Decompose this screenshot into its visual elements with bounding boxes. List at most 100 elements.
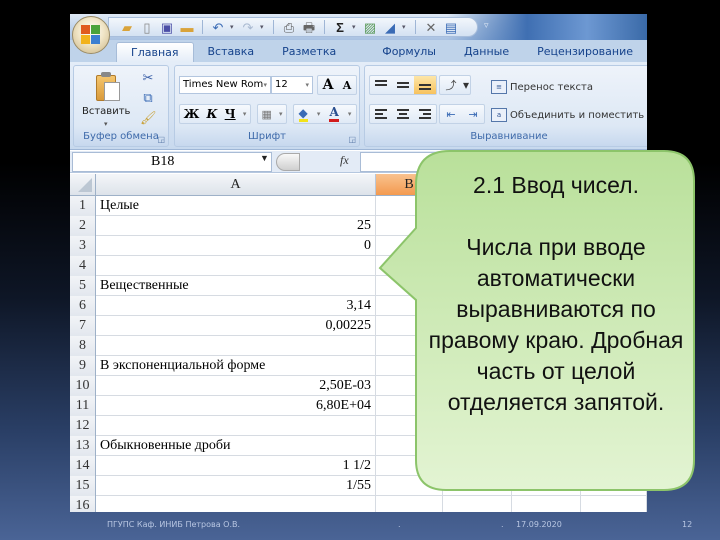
close-icon[interactable]: ✕ [423, 19, 439, 35]
increase-indent-icon[interactable]: ⇥ [462, 105, 484, 123]
autosum-icon[interactable]: Σ [332, 19, 348, 35]
cell-c12[interactable] [443, 416, 512, 436]
row-header[interactable]: 6 [70, 296, 96, 316]
open-folder-icon[interactable]: ▰ [119, 19, 135, 35]
underline-button[interactable]: Ч [225, 107, 236, 121]
cell-d15[interactable] [512, 476, 581, 496]
cell-a9[interactable]: В экспоненциальной форме [96, 356, 376, 376]
align-top-icon[interactable] [370, 76, 392, 94]
cell-b14[interactable] [376, 456, 443, 476]
row-header[interactable]: 2 [70, 216, 96, 236]
cell-a16[interactable] [96, 496, 376, 512]
row-header[interactable]: 8 [70, 336, 96, 356]
cell-a1[interactable]: Целые [96, 196, 376, 216]
row-header[interactable]: 14 [70, 456, 96, 476]
cell-b13[interactable] [376, 436, 443, 456]
undo-icon[interactable]: ↶ [210, 19, 226, 35]
tab-home[interactable]: Главная [116, 42, 194, 62]
font-name-combo[interactable]: Times New Rom ▾ [179, 76, 271, 94]
autosum-dropdown[interactable]: ▾ [352, 23, 358, 31]
paste-icon[interactable] [96, 72, 122, 102]
grow-font-button[interactable]: A [323, 77, 334, 93]
cell-c14[interactable] [443, 456, 512, 476]
row-header[interactable]: 10 [70, 376, 96, 396]
cell-e16[interactable] [581, 496, 647, 512]
cell-a7[interactable]: 0,00225 [96, 316, 376, 336]
cell-a3[interactable]: 0 [96, 236, 376, 256]
orientation-button[interactable]: ⤴ ▾ [439, 75, 471, 95]
cell-a15[interactable]: 1/55 [96, 476, 376, 496]
save-icon[interactable]: ▣ [159, 19, 175, 35]
undo-dropdown[interactable]: ▾ [230, 23, 236, 31]
folder-icon[interactable]: ▬ [179, 19, 195, 35]
cell-a11[interactable]: 6,80E+04 [96, 396, 376, 416]
cell-c15[interactable] [443, 476, 512, 496]
insert-function-icon[interactable]: fx [340, 153, 349, 168]
shrink-font-button[interactable]: A [343, 79, 352, 92]
formula-bar-resize-handle[interactable] [276, 153, 300, 171]
row-header[interactable]: 9 [70, 356, 96, 376]
clipboard-launcher-icon[interactable]: ◲ [157, 135, 165, 144]
cell-b15[interactable] [376, 476, 443, 496]
cell-e13[interactable] [581, 436, 647, 456]
row-header[interactable]: 7 [70, 316, 96, 336]
cell-d13[interactable] [512, 436, 581, 456]
merge-center-button[interactable]: a Объединить и поместить в [491, 108, 647, 122]
format-painter-icon[interactable]: 🖌 [140, 110, 157, 126]
cell-e15[interactable] [581, 476, 647, 496]
italic-button[interactable]: К [207, 107, 218, 121]
chart-icon[interactable]: ▨ [362, 19, 378, 35]
print-preview-icon[interactable]: ⎙ [281, 19, 297, 35]
align-left-icon[interactable] [370, 105, 392, 123]
row-header[interactable]: 15 [70, 476, 96, 496]
wrap-text-button[interactable]: ≡ Перенос текста [491, 80, 593, 94]
underline-dropdown[interactable]: ▾ [243, 110, 247, 118]
customize-toolbar-icon[interactable]: ▿ [484, 20, 489, 31]
row-header[interactable]: 12 [70, 416, 96, 436]
tab-data[interactable]: Данные [450, 42, 523, 62]
borders-button[interactable]: ▦ ▾ [257, 104, 287, 124]
cell-d14[interactable] [512, 456, 581, 476]
cell-a10[interactable]: 2,50E-03 [96, 376, 376, 396]
cell-b16[interactable] [376, 496, 443, 512]
cell-e12[interactable] [581, 416, 647, 436]
text-direction-icon[interactable]: ◢ [382, 19, 398, 35]
bold-button[interactable]: Ж [184, 107, 200, 121]
tab-page-layout[interactable]: Разметка страницы [268, 42, 368, 78]
align-bottom-icon[interactable] [414, 76, 436, 94]
paste-dropdown[interactable]: ▾ [104, 120, 108, 128]
align-right-icon[interactable] [414, 105, 436, 123]
select-all-button[interactable] [70, 174, 96, 195]
column-header-a[interactable]: A [96, 174, 376, 195]
tab-formulas[interactable]: Формулы [368, 42, 450, 62]
cell-e14[interactable] [581, 456, 647, 476]
tab-review[interactable]: Рецензирование [523, 42, 647, 62]
row-header[interactable]: 11 [70, 396, 96, 416]
font-launcher-icon[interactable]: ◲ [348, 135, 356, 144]
name-box-dropdown[interactable]: ▼ [260, 153, 269, 163]
text-direction-dropdown[interactable]: ▾ [402, 23, 408, 31]
cell-a14[interactable]: 1 1/2 [96, 456, 376, 476]
decrease-indent-icon[interactable]: ⇤ [440, 105, 462, 123]
fill-color-icon[interactable]: ◆ [298, 107, 308, 122]
paste-button[interactable]: Вставить [82, 106, 130, 117]
cell-a6[interactable]: 3,14 [96, 296, 376, 316]
redo-icon[interactable]: ↷ [240, 19, 256, 35]
row-header[interactable]: 1 [70, 196, 96, 216]
cell-a5[interactable]: Вещественные [96, 276, 376, 296]
row-header[interactable]: 5 [70, 276, 96, 296]
font-color-icon[interactable]: A [329, 106, 339, 122]
row-header[interactable]: 13 [70, 436, 96, 456]
align-center-icon[interactable] [392, 105, 414, 123]
cell-d12[interactable] [512, 416, 581, 436]
cell-a13[interactable]: Обыкновенные дроби [96, 436, 376, 456]
print-icon[interactable]: 🖶 [301, 19, 317, 35]
cell-a4[interactable] [96, 256, 376, 276]
new-document-icon[interactable]: ▯ [139, 19, 155, 35]
cell-a8[interactable] [96, 336, 376, 356]
tab-insert[interactable]: Вставка [194, 42, 269, 62]
row-header[interactable]: 3 [70, 236, 96, 256]
font-size-combo[interactable]: 12 ▾ [271, 76, 313, 94]
cell-c16[interactable] [443, 496, 512, 512]
copy-icon[interactable]: ⧉ [140, 90, 156, 106]
